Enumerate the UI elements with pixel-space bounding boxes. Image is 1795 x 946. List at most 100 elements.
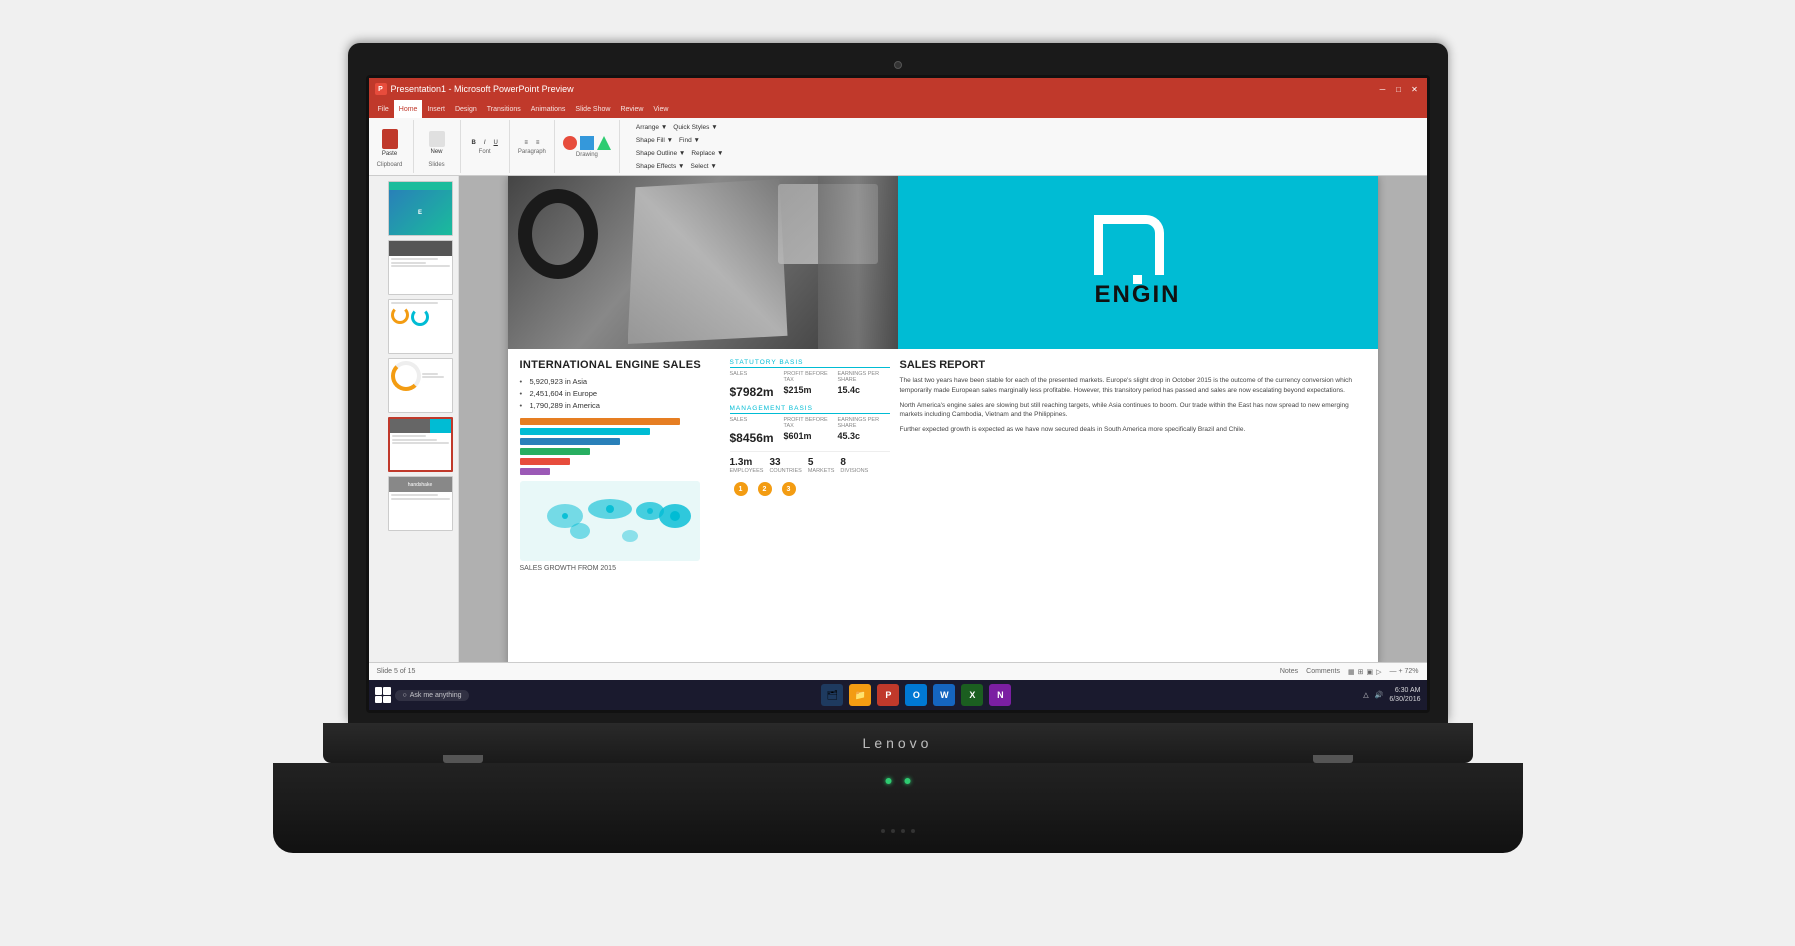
taskbar-app-folder[interactable]: 📁 [849, 684, 871, 706]
tab-transitions[interactable]: Transitions [482, 100, 526, 118]
find-btn[interactable]: Find ▼ [679, 137, 700, 144]
shape-circle[interactable] [563, 136, 577, 150]
slide-content-area: INTERNATIONAL ENGINE SALES 5,920,923 in … [508, 349, 1378, 662]
screen: P Presentation1 - Microsoft PowerPoint P… [369, 78, 1427, 710]
divisions-value: 8 [840, 457, 868, 468]
word-icon: W [940, 690, 949, 700]
slide-thumb-4[interactable] [388, 358, 453, 413]
quick-styles-btn[interactable]: Quick Styles ▼ [673, 124, 717, 131]
bottom-dot-1 [881, 829, 885, 833]
title-bar: P Presentation1 - Microsoft PowerPoint P… [369, 78, 1427, 100]
thumb-content-6: handshake [389, 477, 452, 530]
comments-btn[interactable]: Comments [1306, 668, 1340, 675]
statutory-values: $7982m $215m 15.4c [730, 385, 890, 399]
normal-view[interactable]: ▦ [1348, 668, 1355, 676]
shape-triangle[interactable] [597, 136, 611, 150]
slide-thumb-6[interactable]: handshake [388, 476, 453, 531]
excel-icon: X [969, 690, 975, 700]
tab-file[interactable]: File [373, 100, 394, 118]
drawing-group: Drawing [563, 120, 620, 173]
management-val-0: $8456m [730, 431, 782, 445]
slide-main[interactable]: ENGIN INTERNATIONAL ENGINE SALES 5,920,9… [508, 176, 1378, 662]
close-button[interactable]: ✕ [1409, 84, 1421, 94]
arrange-btn[interactable]: Arrange ▼ [636, 124, 667, 131]
tab-review[interactable]: Review [615, 100, 648, 118]
new-slide-button[interactable]: New [422, 125, 452, 160]
font-underline[interactable]: U [491, 139, 501, 147]
slide-thumb-wrapper-4: 4 [374, 358, 453, 413]
slide-thumb-5[interactable] [388, 417, 453, 472]
slide-panel[interactable]: 1 E 2 [369, 176, 459, 662]
maximize-button[interactable]: □ [1393, 84, 1405, 94]
view-buttons: ▦ ⊞ ▣ ▷ [1348, 668, 1382, 676]
tab-animations[interactable]: Animations [526, 100, 571, 118]
slide-thumb-3[interactable] [388, 299, 453, 354]
chart-bar-2 [520, 428, 650, 435]
font-bold[interactable]: B [469, 139, 479, 147]
search-text: Ask me anything [410, 692, 462, 699]
report-para-3: Further expected growth is expected as w… [900, 425, 1366, 435]
minimize-button[interactable]: ─ [1377, 84, 1389, 94]
notes-btn[interactable]: Notes [1280, 668, 1298, 675]
taskbar-volume-icon[interactable]: 🔊 [1375, 691, 1384, 699]
markets-label: MARKETS [808, 468, 835, 474]
management-label: MANAGEMENT BASIS [730, 405, 890, 414]
chart-bar-row-5 [520, 458, 700, 465]
files-icon: 🗂 [827, 690, 838, 701]
management-headers: SALES PROFIT BEFORE TAX EARNINGS PER SHA… [730, 417, 890, 429]
tab-home[interactable]: Home [394, 100, 423, 118]
taskbar-app-onenote[interactable]: N [989, 684, 1011, 706]
circle-3: 3 [782, 482, 796, 496]
taskbar-app-word[interactable]: W [933, 684, 955, 706]
tab-insert[interactable]: Insert [422, 100, 450, 118]
status-right: Notes Comments ▦ ⊞ ▣ ▷ — + 72% [1280, 668, 1419, 676]
zoom-level: — + 72% [1390, 668, 1419, 675]
taskbar-app-files[interactable]: 🗂 [821, 684, 843, 706]
taskbar-app-excel[interactable]: X [961, 684, 983, 706]
select-btn[interactable]: Select ▼ [690, 163, 716, 170]
circle-1: 1 [734, 482, 748, 496]
reading-view[interactable]: ▣ [1366, 668, 1373, 676]
time-display: 6:30 AM [1389, 686, 1420, 695]
shape-effects-btn[interactable]: Shape Effects ▼ [636, 163, 685, 170]
taskbar-center: 🗂 📁 P O W [821, 684, 1011, 706]
numbered-circles-area: 1 2 3 [730, 482, 890, 496]
tab-design[interactable]: Design [450, 100, 482, 118]
slide-sorter[interactable]: ⊞ [1358, 668, 1364, 676]
align-center[interactable]: ≡ [533, 139, 543, 147]
title-bar-left: P Presentation1 - Microsoft PowerPoint P… [375, 83, 574, 95]
taskbar-app-ppt[interactable]: P [877, 684, 899, 706]
webcam [894, 61, 902, 69]
shape-rect[interactable] [580, 136, 594, 150]
windows-start[interactable] [375, 687, 391, 703]
date-display: 6/30/2016 [1389, 695, 1420, 704]
shape-outline-btn[interactable]: Shape Outline ▼ [636, 150, 685, 157]
taskbar-left: ○ Ask me anything [375, 687, 470, 703]
slide-thumb-2[interactable] [388, 240, 453, 295]
align-left[interactable]: ≡ [521, 139, 531, 147]
start-sq-3 [375, 696, 383, 704]
tab-slideshow[interactable]: Slide Show [570, 100, 615, 118]
start-sq-1 [375, 687, 383, 695]
slide-thumb-wrapper-3: 3 [374, 299, 453, 354]
tab-view[interactable]: View [648, 100, 673, 118]
led-power [885, 778, 891, 784]
slide-thumb-1[interactable]: E [388, 181, 453, 236]
employees-stat: 1.3m EMPLOYEES [730, 457, 764, 474]
paste-button[interactable]: Paste [375, 125, 405, 160]
circle-2: 2 [758, 482, 772, 496]
windows-taskbar: ○ Ask me anything 🗂 📁 P [369, 680, 1427, 710]
ribbon: File Home Insert Design Transitions Anim… [369, 100, 1427, 176]
taskbar-search[interactable]: ○ Ask me anything [395, 690, 470, 701]
management-basis-section: MANAGEMENT BASIS SALES PROFIT BEFORE TAX… [730, 405, 890, 445]
taskbar-app-outlook[interactable]: O [905, 684, 927, 706]
slideshow-view[interactable]: ▷ [1376, 668, 1381, 676]
shape-fill-btn[interactable]: Shape Fill ▼ [636, 137, 673, 144]
statutory-header-0: SALES [730, 371, 782, 383]
ppt-main: 1 E 2 [369, 176, 1427, 662]
ribbon-content: Paste Clipboard New [369, 118, 1427, 176]
font-italic[interactable]: I [481, 139, 489, 147]
replace-btn[interactable]: Replace ▼ [691, 150, 723, 157]
markets-stat: 5 MARKETS [808, 457, 835, 474]
slide-bullet-1: 5,920,923 in Asia [520, 377, 720, 386]
